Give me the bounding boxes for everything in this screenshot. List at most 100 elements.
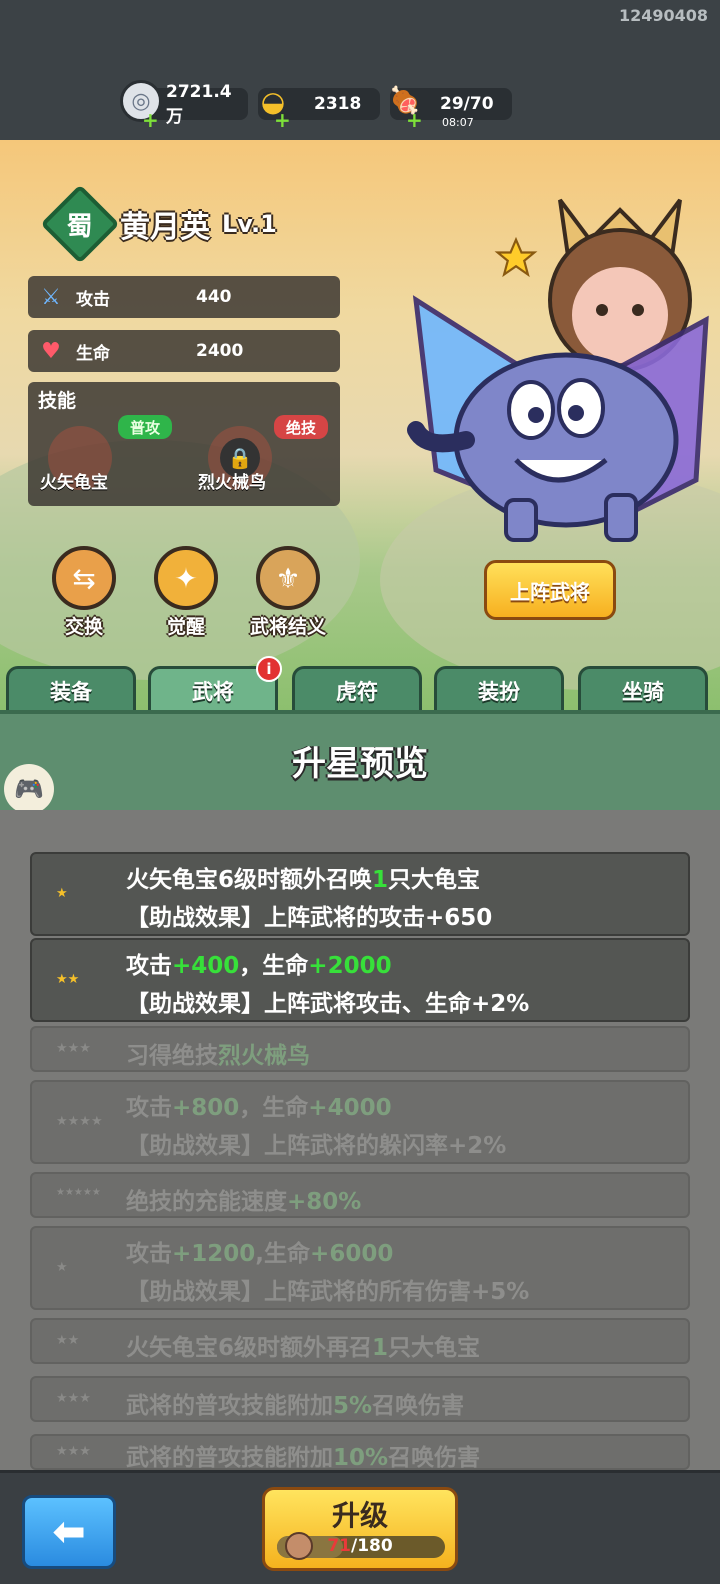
list-item: ★ 火矢龟宝6级时额外召唤1只大龟宝 【助战效果】上阵武将的攻击+650 xyxy=(30,852,690,936)
star-rank-icon: ★★★ xyxy=(56,1444,91,1459)
star-rank-icon: ★★ xyxy=(56,972,80,987)
row-text: 攻击 xyxy=(126,953,172,979)
row-effect-line: 绝技的充能速度+80% xyxy=(126,1182,361,1216)
tab-bar: 装备 武将 虎符 装扮 坐骑 xyxy=(0,662,720,712)
awaken-button[interactable]: ✦ 觉醒 xyxy=(136,546,236,639)
list-item: ★★★ 武将的普攻技能附加5%召唤伤害 xyxy=(30,1376,690,1422)
deploy-hero-button[interactable]: 上阵武将 xyxy=(484,560,616,620)
tab-equipment[interactable]: 装备 xyxy=(6,666,136,712)
row-effect-line: 攻击+800，生命+4000 xyxy=(126,1088,392,1122)
upgrade-label: 升级 xyxy=(331,1499,388,1532)
row-effect-line: 攻击+1200,生命+6000 xyxy=(126,1234,393,1268)
swap-button[interactable]: ⇆ 交换 xyxy=(34,546,134,639)
notification-badge: i xyxy=(256,656,282,682)
faction-badge: 蜀 xyxy=(40,184,120,264)
panel-title: 升星预览 xyxy=(292,744,428,784)
bond-button[interactable]: ⚜ 武将结义 xyxy=(238,546,338,639)
add-silver-icon[interactable]: + xyxy=(142,110,159,130)
row-text: ，生命 xyxy=(239,1095,309,1121)
bond-icon: ⚜ xyxy=(256,546,320,610)
star-preview-list[interactable]: ★ 火矢龟宝6级时额外召唤1只大龟宝 【助战效果】上阵武将的攻击+650 ★★ … xyxy=(0,810,720,1470)
awaken-label: 觉醒 xyxy=(166,616,205,638)
gold-resource[interactable]: ◒ 2318 + xyxy=(258,85,380,130)
row-text: 绝技的充能速度 xyxy=(126,1189,287,1215)
awaken-icon: ✦ xyxy=(154,546,218,610)
add-gold-icon[interactable]: + xyxy=(274,110,291,130)
star-icon xyxy=(494,236,538,278)
normal-skill-name[interactable]: 火矢龟宝 xyxy=(40,468,108,493)
list-item: ★★★ 习得绝技烈火械鸟 xyxy=(30,1026,690,1072)
list-item: ★★★ 武将的普攻技能附加10%召唤伤害 xyxy=(30,1434,690,1470)
row-text: 火矢龟宝6级时额外再召 xyxy=(126,1335,373,1361)
silver-resource[interactable]: ◎ 2721.4万 + xyxy=(120,80,248,130)
row-value: 烈火械鸟 xyxy=(218,1043,310,1069)
skills-title: 技能 xyxy=(38,390,77,412)
gamepad-icon[interactable]: 🎮 xyxy=(4,764,54,814)
shard-current: 71 xyxy=(327,1536,351,1556)
row-text: 召唤伤害 xyxy=(372,1393,465,1419)
stamina-resource[interactable]: 🍖 29/70 + 08:07 xyxy=(389,86,512,130)
attack-label: 攻击 xyxy=(76,289,110,310)
attack-stat: ⚔ 攻击 440 xyxy=(28,276,340,318)
ultimate-skill-name[interactable]: 烈火械鸟 xyxy=(198,468,266,493)
hero-level: Lv.1 xyxy=(222,210,277,238)
gold-value: 2318 xyxy=(314,94,362,114)
panel-header: 升星预览 🎮 xyxy=(0,710,720,814)
row-text: 武将的普攻技能附加 xyxy=(126,1445,333,1470)
shard-total: /180 xyxy=(350,1536,393,1556)
upgrade-button[interactable]: 升级 71/180 xyxy=(262,1487,458,1571)
hp-value: 2400 xyxy=(196,341,244,361)
stamina-value: 29/70 xyxy=(440,94,494,114)
row-text: 火矢龟宝6级时额外召唤 xyxy=(126,867,373,893)
row-text: 召唤伤害 xyxy=(388,1445,481,1470)
row-support-line: 【助战效果】上阵武将攻击、生命+2% xyxy=(126,991,530,1017)
list-item: ★★★★★ 绝技的充能速度+80% xyxy=(30,1172,690,1218)
star-rank-icon: ★★★★★ xyxy=(56,1187,101,1198)
star-rank-icon: ★★ xyxy=(56,1333,80,1348)
row-value: 10% xyxy=(333,1445,389,1470)
attack-value: 440 xyxy=(196,287,232,307)
sword-icon: ⚔ xyxy=(41,284,61,310)
list-item: ★★★★ 攻击+800，生命+4000 【助战效果】上阵武将的躲闪率+2% xyxy=(30,1080,690,1164)
row-effect-line: 武将的普攻技能附加10%召唤伤害 xyxy=(126,1438,481,1470)
star-rank-icon: ★ xyxy=(56,1260,68,1275)
bottom-bar: ⬅ 升级 71/180 xyxy=(0,1470,720,1584)
normal-attack-tag: 普攻 xyxy=(118,415,173,439)
back-arrow-icon: ⬅ xyxy=(52,1509,86,1555)
row-effect-line: 火矢龟宝6级时额外召唤1只大龟宝 xyxy=(126,860,480,894)
tab-outfit[interactable]: 装扮 xyxy=(434,666,564,712)
back-button[interactable]: ⬅ xyxy=(22,1495,116,1569)
hero-scene: 蜀 黄月英 Lv.1 ⚔ 攻击 440 ♥ 生命 2400 技能 普攻 绝技 火… xyxy=(0,140,720,712)
heart-icon: ♥ xyxy=(41,338,61,364)
bond-label: 武将结义 xyxy=(249,616,326,638)
row-value: +2000 xyxy=(308,953,392,979)
swap-label: 交换 xyxy=(64,616,103,638)
row-text: 攻击 xyxy=(126,1241,172,1267)
row-text: 只大龟宝 xyxy=(388,1335,481,1361)
tab-tiger-tally[interactable]: 虎符 xyxy=(292,666,422,712)
list-item: ★★ 火矢龟宝6级时额外再召1只大龟宝 xyxy=(30,1318,690,1364)
hp-label: 生命 xyxy=(76,343,110,364)
row-value: +80% xyxy=(287,1189,362,1215)
row-value: +6000 xyxy=(310,1241,394,1267)
stamina-timer: 08:07 xyxy=(442,116,474,129)
row-value: +1200 xyxy=(172,1241,256,1267)
row-value: +400 xyxy=(172,953,240,979)
list-item: ★ 攻击+1200,生命+6000 【助战效果】上阵武将的所有伤害+5% xyxy=(30,1226,690,1310)
row-value: 1 xyxy=(372,1335,389,1361)
hero-header: 蜀 黄月英 Lv.1 xyxy=(40,184,277,264)
ultimate-tag: 绝技 xyxy=(274,415,329,439)
hp-stat: ♥ 生命 2400 xyxy=(28,330,340,372)
row-support-line: 【助战效果】上阵武将的攻击+650 xyxy=(126,905,493,931)
row-text: 习得绝技 xyxy=(126,1043,218,1069)
star-rank-icon: ★★★★ xyxy=(56,1114,103,1129)
list-item: ★★ 攻击+400，生命+2000 【助战效果】上阵武将攻击、生命+2% xyxy=(30,938,690,1022)
add-stamina-icon[interactable]: + xyxy=(406,110,423,130)
hero-name: 黄月英 xyxy=(120,210,210,245)
silver-value: 2721.4万 xyxy=(166,81,232,127)
row-value: +800 xyxy=(172,1095,240,1121)
row-support-line: 【助战效果】上阵武将的所有伤害+5% xyxy=(126,1279,530,1305)
tab-mount[interactable]: 坐骑 xyxy=(578,666,708,712)
row-text: ,生命 xyxy=(255,1241,311,1267)
shard-count: 71/180 xyxy=(265,1536,455,1556)
